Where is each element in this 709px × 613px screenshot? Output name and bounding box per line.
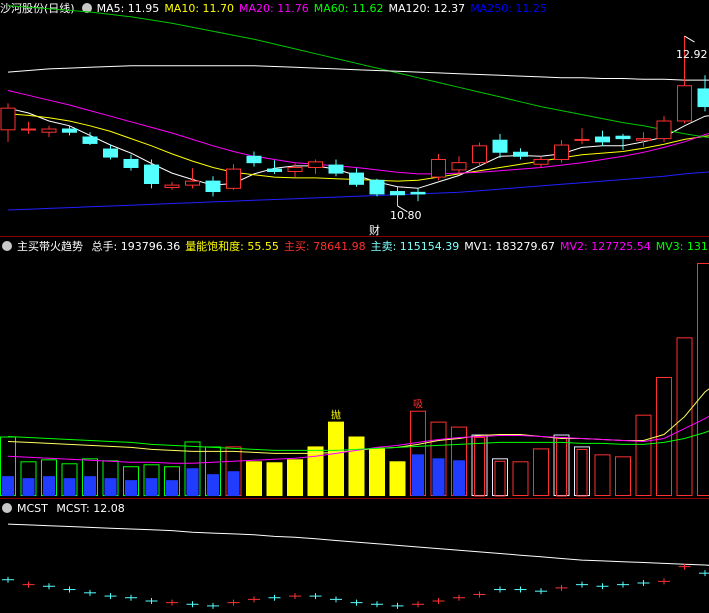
volume-bar	[348, 436, 365, 496]
candle-body	[349, 172, 364, 185]
candle-body	[185, 180, 200, 186]
candle-body	[62, 128, 77, 133]
volume-bar	[246, 461, 262, 496]
candle-body	[267, 168, 282, 172]
candle-body	[472, 145, 487, 164]
candle-body	[226, 168, 241, 189]
volume-bar	[369, 448, 385, 496]
main-sell-bar	[432, 458, 445, 496]
candle-body	[164, 184, 180, 189]
financial-report-marker: 财	[369, 224, 380, 237]
candle-body	[574, 138, 590, 141]
candle-body	[205, 180, 221, 193]
candle-body	[287, 166, 303, 172]
candle-body	[595, 136, 610, 143]
candle-body	[144, 164, 159, 185]
candle-body	[554, 144, 569, 160]
candle-body	[328, 164, 344, 174]
high-marker-arrow	[684, 35, 695, 43]
candle-body	[533, 158, 549, 165]
stock-chart-canvas[interactable]: 抛吸	[0, 0, 709, 613]
candle-body	[41, 128, 57, 133]
ma120-line	[7, 65, 709, 81]
volume-bar	[594, 454, 611, 497]
candle-body	[390, 191, 405, 196]
main-sell-bar	[43, 476, 55, 496]
candle-body	[656, 120, 672, 140]
main-sell-bar	[84, 476, 96, 496]
candle-body	[677, 85, 692, 122]
main-sell-bar	[166, 480, 178, 496]
main-sell-bar	[22, 478, 35, 496]
candle-body	[0, 107, 16, 131]
main-sell-bar	[207, 474, 219, 496]
main-sell-bar	[104, 478, 117, 496]
candle-body	[369, 179, 385, 195]
volume-bar	[533, 448, 549, 496]
ma60-line	[7, 5, 709, 139]
candle-body	[492, 139, 508, 153]
volume-bar	[287, 459, 303, 496]
candle-body	[123, 158, 139, 168]
volume-bar	[266, 462, 283, 496]
candle-body	[103, 148, 118, 158]
main-sell-bar	[125, 480, 137, 496]
candle-body	[615, 135, 631, 140]
volume-bar	[389, 461, 406, 496]
main-sell-bar	[186, 468, 199, 496]
candle-body	[451, 162, 467, 171]
candle-body	[246, 155, 262, 164]
candle-body	[308, 161, 323, 168]
main-sell-bar	[145, 478, 158, 496]
volume-inner-bar	[576, 448, 588, 497]
ma10-line	[7, 113, 709, 182]
main-sell-bar	[453, 460, 465, 496]
signal-marker: 抛	[331, 409, 341, 422]
main-sell-bar	[63, 478, 76, 496]
main-sell-bar	[2, 476, 14, 496]
high-price-label: 12.92	[676, 48, 708, 61]
candle-body	[513, 151, 528, 157]
volume-bar	[635, 414, 652, 496]
candle-body	[636, 138, 651, 141]
volume-bar	[512, 461, 529, 496]
main-sell-bar	[227, 471, 240, 496]
candle-body	[410, 191, 426, 195]
volume-bar	[328, 421, 344, 496]
candle-body	[697, 88, 709, 108]
candle-body	[82, 136, 98, 144]
candle-body	[431, 158, 446, 178]
volume-inner-bar	[474, 437, 485, 497]
signal-marker: 吸	[413, 400, 423, 411]
candle-body	[21, 128, 36, 131]
volume-bar	[697, 262, 709, 497]
main-sell-bar	[412, 454, 424, 496]
volume-inner-bar	[556, 437, 567, 497]
volume-inner-bar	[494, 460, 506, 497]
mcst-line	[7, 523, 709, 566]
low-price-label: 10.80	[390, 209, 422, 222]
volume-bar	[615, 456, 631, 497]
